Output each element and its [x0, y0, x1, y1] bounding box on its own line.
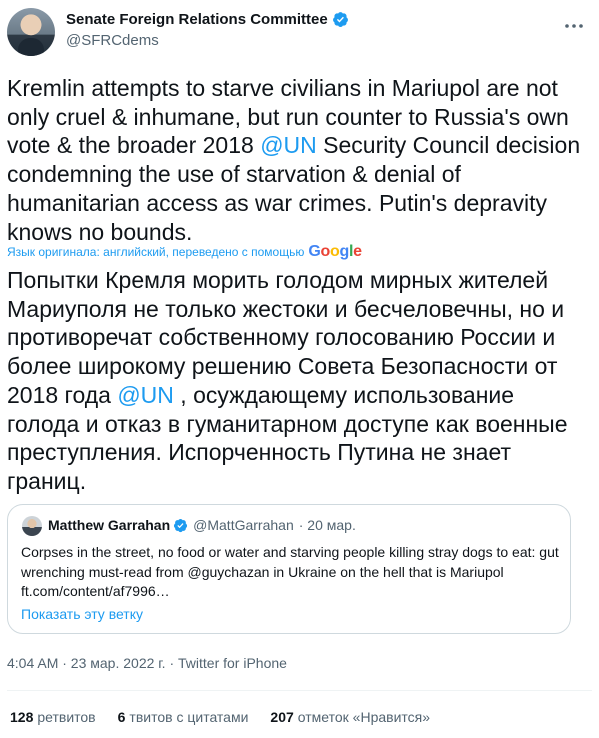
quoted-tweet[interactable]: Matthew Garrahan @MattGarrahan · 20 мар.…: [7, 504, 571, 634]
likes-stat[interactable]: 207 отметок «Нравится»: [270, 709, 430, 725]
tweet-stats: 128 ретвитов 6 твитов с цитатами 207 отмето…: [10, 709, 452, 725]
tweet-text: Kremlin attempts to starve civilians in …: [7, 74, 582, 246]
verified-badge-icon: [332, 12, 348, 27]
author-avatar[interactable]: [7, 8, 55, 56]
quoted-author-avatar: [22, 516, 42, 536]
translation-notice-label: Язык оригинала: английский, переведено с…: [7, 245, 305, 259]
show-thread-link[interactable]: Показать эту ветку: [21, 606, 143, 622]
translated-text: Попытки Кремля морить голодом мирных жит…: [7, 266, 587, 496]
quotes-count: 6: [117, 709, 126, 725]
likes-label: отметок «Нравится»: [297, 709, 431, 725]
quoted-author-handle: @MattGarrahan: [193, 517, 294, 533]
divider: [7, 690, 592, 691]
more-dots-icon[interactable]: [562, 14, 586, 38]
verified-badge-icon: [174, 518, 188, 532]
retweets-count: 128: [10, 709, 34, 725]
likes-count: 207: [270, 709, 294, 725]
translation-notice[interactable]: Язык оригинала: английский, переведено с…: [7, 243, 362, 261]
author-name-row: Senate Foreign Relations Committee: [66, 11, 349, 28]
tweet-timestamp[interactable]: 4:04 AM · 23 мар. 2022 г. · Twitter for …: [7, 655, 287, 671]
quoted-tweet-date: · 20 мар.: [298, 517, 356, 533]
quotes-label: твитов с цитатами: [129, 709, 249, 725]
quoted-tweet-header: Matthew Garrahan @MattGarrahan · 20 мар.: [48, 517, 356, 533]
quoted-author-name: Matthew Garrahan: [48, 517, 171, 533]
quotes-stat[interactable]: 6 твитов с цитатами: [118, 709, 249, 725]
retweets-stat[interactable]: 128 ретвитов: [10, 709, 96, 725]
tweet-header: Senate Foreign Relations Committee @SFRC…: [7, 8, 592, 60]
mention-link[interactable]: @UN: [117, 382, 174, 408]
mention-link[interactable]: @UN: [260, 132, 317, 158]
retweets-label: ретвитов: [37, 709, 96, 725]
author-handle[interactable]: @SFRCdems: [66, 32, 159, 49]
author-display-name[interactable]: Senate Foreign Relations Committee: [66, 11, 328, 28]
quoted-tweet-text: Corpses in the street, no food or water …: [21, 544, 559, 599]
google-logo: Google: [308, 243, 362, 260]
